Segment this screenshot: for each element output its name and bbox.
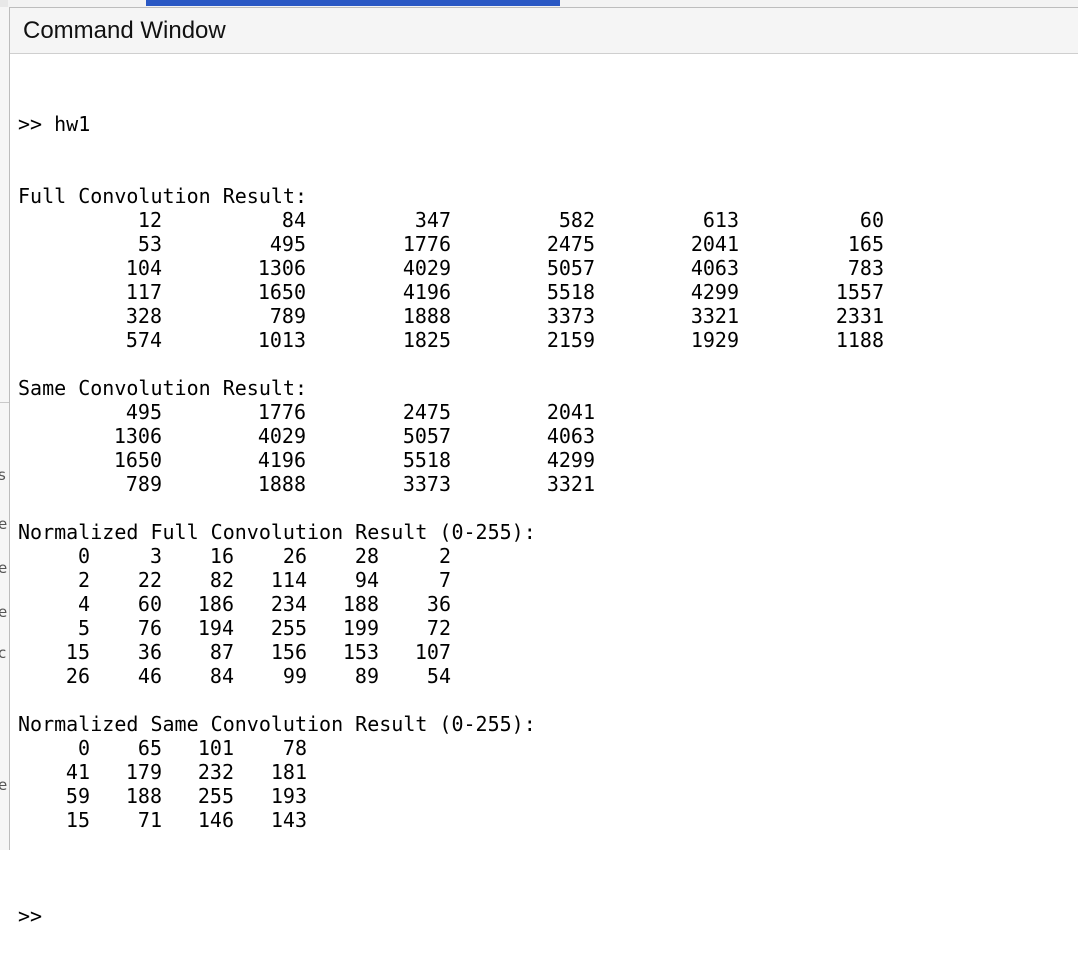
matrix-row: 574 1013 1825 2159 1929 1188 [18, 328, 1078, 352]
command-line: >> hw1 [18, 112, 91, 136]
matrix-row: 117 1650 4196 5518 4299 1557 [18, 280, 1078, 304]
matrix-row: 789 1888 3373 3321 [18, 472, 1078, 496]
matrix-cell: 2041 [546, 400, 595, 424]
matrix-cell: 78 [282, 736, 307, 760]
matrix-cell: 2 [438, 544, 451, 568]
matrix-cell: 4063 [546, 424, 595, 448]
matrix-row: 495 1776 2475 2041 [18, 400, 1078, 424]
matrix-row: 41 179 232 181 [18, 760, 1078, 784]
command-window-title-bar[interactable]: Command Window [10, 8, 1078, 54]
matrix-cell: 7 [438, 568, 451, 592]
result-header: Same Convolution Result: [18, 376, 307, 400]
matrix-cell: 181 [270, 760, 307, 784]
matrix-row: 5 76 194 255 199 72 [18, 616, 1078, 640]
matrix-cell: 4299 [546, 448, 595, 472]
editor-gutter [0, 0, 8, 7]
matrix-cell: 193 [270, 784, 307, 808]
matrix-row: 53 495 1776 2475 2041 165 [18, 232, 1078, 256]
matrix-row: 2 22 82 114 94 7 [18, 568, 1078, 592]
matrix-row: 4 60 186 234 188 36 [18, 592, 1078, 616]
left-panel-fragment: e [0, 515, 8, 533]
matrix-row: 59 188 255 193 [18, 784, 1078, 808]
result-header: Full Convolution Result: [18, 184, 307, 208]
matrix-cell: 165 [847, 232, 884, 256]
result-section-norm_same: Normalized Same Convolution Result (0-25… [18, 712, 1078, 832]
result-section-full: Full Convolution Result: 12 84 347 582 613 60 5… [18, 184, 1078, 352]
matrix-cell: 783 [847, 256, 884, 280]
matrix-cell: 36 [426, 592, 451, 616]
matrix-row: 1306 4029 5057 4063 [18, 424, 1078, 448]
matrix-row: 15 36 87 156 153 107 [18, 640, 1078, 664]
matrix-cell: 54 [426, 664, 451, 688]
matrix-cell: 143 [270, 808, 307, 832]
matrix-row: 12 84 347 582 613 60 [18, 208, 1078, 232]
command-prompt[interactable]: >> [18, 904, 1078, 928]
matrix-cell: 2331 [835, 304, 884, 328]
editor-strip [0, 0, 1078, 7]
console-output[interactable]: >> hw1 Full Convolution Result: 12 84 347 58… [18, 64, 1078, 976]
editor-selected-code-line[interactable] [146, 0, 560, 6]
command-window[interactable]: Command Window >> hw1 Full Convolution R… [9, 7, 1078, 928]
matrix-row: 26 46 84 99 89 54 [18, 664, 1078, 688]
result-section-same: Same Convolution Result: 495 1776 2475 2041 1… [18, 376, 1078, 496]
matrix-cell: 107 [414, 640, 451, 664]
matrix-cell: 72 [426, 616, 451, 640]
window-title: Command Window [23, 17, 226, 44]
matrix-row: 328 789 1888 3373 3321 2331 [18, 304, 1078, 328]
matrix-row: 15 71 146 143 [18, 808, 1078, 832]
matrix-cell: 60 [859, 208, 884, 232]
matrix-row: 104 1306 4029 5057 4063 783 [18, 256, 1078, 280]
matrix-cell: 3321 [546, 472, 595, 496]
matrix-cell: 1188 [835, 328, 884, 352]
matrix-row: 1650 4196 5518 4299 [18, 448, 1078, 472]
result-header: Normalized Same Convolution Result (0-25… [18, 712, 536, 736]
result-header: Normalized Full Convolution Result (0-25… [18, 520, 536, 544]
matrix-cell: 1557 [835, 280, 884, 304]
result-sections: Full Convolution Result: 12 84 347 582 613 60 5… [18, 184, 1078, 832]
result-section-norm_full: Normalized Full Convolution Result (0-25… [18, 520, 1078, 688]
matrix-row: 0 65 101 78 [18, 736, 1078, 760]
matrix-row: 0 3 16 26 28 2 [18, 544, 1078, 568]
